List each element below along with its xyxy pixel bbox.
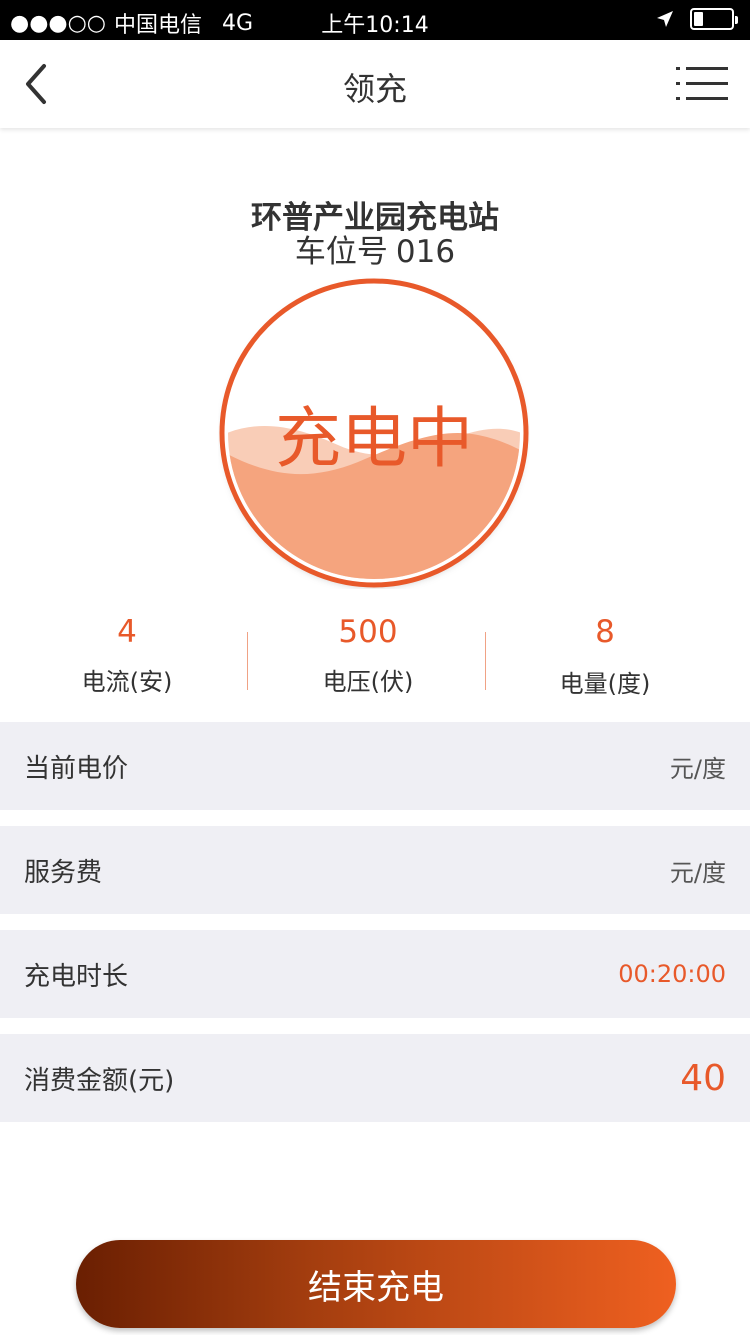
stat-value: 8: [595, 614, 615, 650]
row-service-fee: 服务费 元/度: [0, 826, 750, 914]
row-label: 服务费: [24, 857, 103, 888]
charging-gauge: 充电中: [218, 277, 530, 589]
location-arrow-icon: [657, 11, 673, 27]
battery-level: [694, 12, 703, 26]
row-amount: 消费金额(元) 40: [0, 1034, 750, 1122]
row-label: 充电时长: [24, 961, 129, 992]
parking-spot: 车位号 016: [0, 226, 750, 271]
stat-voltage: 500 电压(伏): [243, 614, 493, 697]
row-value: 元/度: [669, 754, 726, 783]
stat-label: 电压(伏): [322, 668, 414, 696]
charging-wave-graphic: 充电中: [219, 278, 529, 588]
menu-button[interactable]: [676, 66, 728, 102]
row-electricity-price: 当前电价 元/度: [0, 722, 750, 810]
charging-stats: 4 电流(安) 500 电压(伏) 8 电量(度): [0, 614, 750, 714]
page-title: 领充: [342, 70, 407, 108]
stat-label: 电流(安): [81, 668, 173, 696]
list-menu-icon: [676, 67, 728, 100]
spot-label: 车位号: [294, 234, 388, 270]
row-charging-duration: 充电时长 00:20:00: [0, 930, 750, 1018]
row-label: 消费金额(元): [24, 1065, 175, 1096]
battery-icon: [690, 8, 738, 30]
nav-bar: 领充: [0, 40, 750, 128]
stat-current: 4 电流(安): [2, 614, 252, 697]
row-label: 当前电价: [24, 753, 129, 784]
stat-label: 电量(度): [559, 670, 651, 698]
status-time: 上午10:14: [321, 13, 429, 38]
end-charging-button[interactable]: 结束充电: [76, 1240, 676, 1328]
stat-value: 4: [117, 614, 137, 650]
row-value: 元/度: [669, 858, 726, 887]
status-bar: ●●●○○ 中国电信 4G 上午10:14: [0, 0, 750, 40]
row-value: 40: [680, 1057, 726, 1099]
stat-energy: 8 电量(度): [480, 614, 730, 699]
charging-status-text: 充电中: [275, 400, 473, 477]
stat-value: 500: [338, 614, 398, 650]
row-value: 00:20:00: [618, 960, 726, 988]
spot-number: 016: [395, 234, 456, 270]
status-right: [656, 8, 738, 30]
